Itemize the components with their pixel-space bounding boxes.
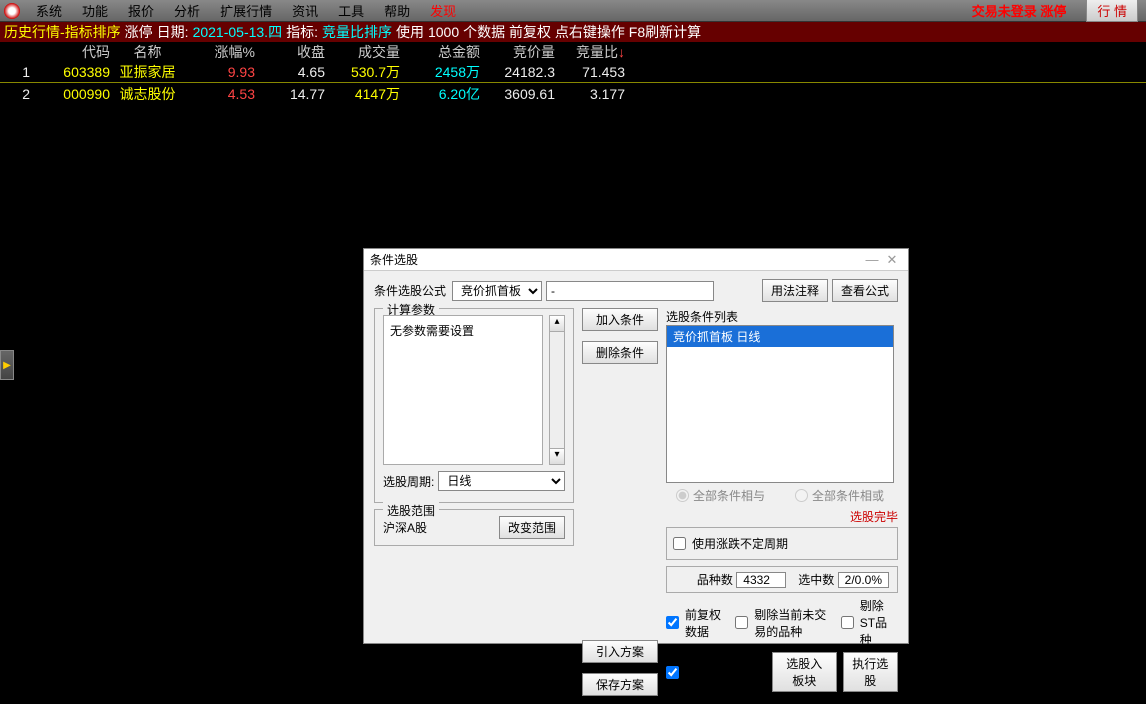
menu-tools[interactable]: 工具 [328,0,374,22]
info-indicator-label: 指标: [286,22,318,42]
menu-function[interactable]: 功能 [72,0,118,22]
formula-desc-input[interactable] [546,281,714,301]
radio-and[interactable]: 全部条件相与 [676,487,765,504]
formula-label: 条件选股公式 [374,282,446,299]
import-plan-button[interactable]: 引入方案 [582,640,658,663]
row-amt: 6.20亿 [400,84,480,104]
fq-check[interactable] [666,616,679,629]
row-pct: 9.93 [185,64,255,80]
table-row[interactable]: 2 000990 诚志股份 4.53 14.77 4147万 6.20亿 360… [0,83,1146,104]
params-scrollbar[interactable]: ▴ ▾ [549,315,565,465]
row-close: 14.77 [255,86,325,102]
row-name: 诚志股份 [110,84,185,104]
use-period-label: 使用涨跌不定周期 [692,535,788,552]
use-period-check[interactable] [673,537,686,550]
row-bidp: 24182.3 [480,64,555,80]
row-close: 4.65 [255,64,325,80]
dialog-titlebar[interactable]: 条件选股 — ✕ [364,249,908,271]
time-range-check[interactable] [666,666,679,679]
col-vol[interactable]: 成交量 [325,42,400,62]
table-row[interactable]: 1 603389 亚振家居 9.93 4.65 530.7万 2458万 241… [0,62,1146,83]
row-amt: 2458万 [400,62,480,82]
radio-or[interactable]: 全部条件相或 [795,487,884,504]
range-text: 沪深A股 [383,519,427,536]
app-logo-icon [4,3,20,19]
row-bidr: 3.177 [555,86,625,102]
selection-done-text: 选股完毕 [850,510,898,524]
row-name: 亚振家居 [110,62,185,82]
row-bidr: 71.453 [555,64,625,80]
expand-left-icon[interactable]: ▶ [0,350,14,380]
menu-system[interactable]: 系统 [26,0,72,22]
list-item[interactable]: 竞价抓首板 日线 [667,326,893,347]
menu-discover[interactable]: 发现 [420,0,466,22]
row-vol: 530.7万 [325,62,400,82]
view-formula-button[interactable]: 查看公式 [832,279,898,302]
menu-help[interactable]: 帮助 [374,0,420,22]
exclude-notrade-check[interactable] [735,616,748,629]
change-range-button[interactable]: 改变范围 [499,516,565,539]
info-indicator-value: 竞量比排序 [322,22,392,42]
row-bidp: 3609.61 [480,86,555,102]
row-index: 1 [10,64,30,80]
info-title: 历史行情-指标排序 [4,22,121,42]
menubar: 系统 功能 报价 分析 扩展行情 资讯 工具 帮助 发现 交易未登录 涨停 行 … [0,0,1146,22]
stock-filter-dialog: 条件选股 — ✕ 条件选股公式 竞价抓首板 用法注释 查看公式 计算参数 无参数… [363,248,909,644]
col-code[interactable]: 代码 [30,42,110,62]
params-textarea: 无参数需要设置 [383,315,543,465]
delete-condition-button[interactable]: 删除条件 [582,341,658,364]
close-icon[interactable]: ✕ [882,252,902,268]
info-use-label: 使用 [396,22,424,42]
col-amt[interactable]: 总金额 [400,42,480,62]
col-bidr[interactable]: 竞量比↓ [555,42,625,62]
formula-select[interactable]: 竞价抓首板 [452,281,542,301]
col-pct[interactable]: 涨幅% [185,42,255,62]
quote-button[interactable]: 行 情 [1086,0,1138,22]
info-tail: 个数据 前复权 点右键操作 F8刷新计算 [463,22,701,42]
row-index: 2 [10,86,30,102]
add-condition-button[interactable]: 加入条件 [582,308,658,331]
stock-table: 代码 名称 涨幅% 收盘 成交量 总金额 竞价量 竞量比↓ 1 603389 亚… [0,42,1146,104]
sort-down-icon: ↓ [618,44,625,60]
menu-quote[interactable]: 报价 [118,0,164,22]
scroll-up-icon[interactable]: ▴ [550,316,564,332]
info-date-value: 2021-05-13.四 [193,22,283,42]
selected-count: 2/0.0% [838,572,889,588]
info-stop: 涨停 [125,22,153,42]
login-status: 交易未登录 涨停 [972,1,1067,20]
info-count: 1000 [428,24,459,40]
row-vol: 4147万 [325,84,400,104]
total-count: 4332 [736,572,786,588]
execute-button[interactable]: 执行选股 [843,652,898,692]
period-select[interactable]: 日线 [438,471,565,491]
exclude-st-check[interactable] [841,616,854,629]
usage-button[interactable]: 用法注释 [762,279,828,302]
period-label: 选股周期: [383,473,434,490]
row-pct: 4.53 [185,86,255,102]
col-name[interactable]: 名称 [110,42,185,62]
info-date-label: 日期: [157,22,189,42]
info-bar: 历史行情-指标排序 涨停 日期: 2021-05-13.四 指标: 竞量比排序 … [0,22,1146,42]
row-code: 000990 [30,86,110,102]
menu-extended[interactable]: 扩展行情 [210,0,282,22]
row-code: 603389 [30,64,110,80]
dialog-title-text: 条件选股 [370,251,862,268]
minimize-icon[interactable]: — [862,252,882,267]
add-to-block-button[interactable]: 选股入板块 [772,652,837,692]
menu-analysis[interactable]: 分析 [164,0,210,22]
count-box: 品种数 4332 选中数 2/0.0% [666,566,898,593]
save-plan-button[interactable]: 保存方案 [582,673,658,696]
col-close[interactable]: 收盘 [255,42,325,62]
menu-news[interactable]: 资讯 [282,0,328,22]
col-bidp[interactable]: 竞价量 [480,42,555,62]
condition-listbox[interactable]: 竞价抓首板 日线 [666,325,894,483]
table-header: 代码 名称 涨幅% 收盘 成交量 总金额 竞价量 竞量比↓ [0,42,1146,62]
range-legend: 选股范围 [383,502,439,519]
condition-list-label: 选股条件列表 [666,308,898,325]
scroll-down-icon[interactable]: ▾ [550,448,564,464]
